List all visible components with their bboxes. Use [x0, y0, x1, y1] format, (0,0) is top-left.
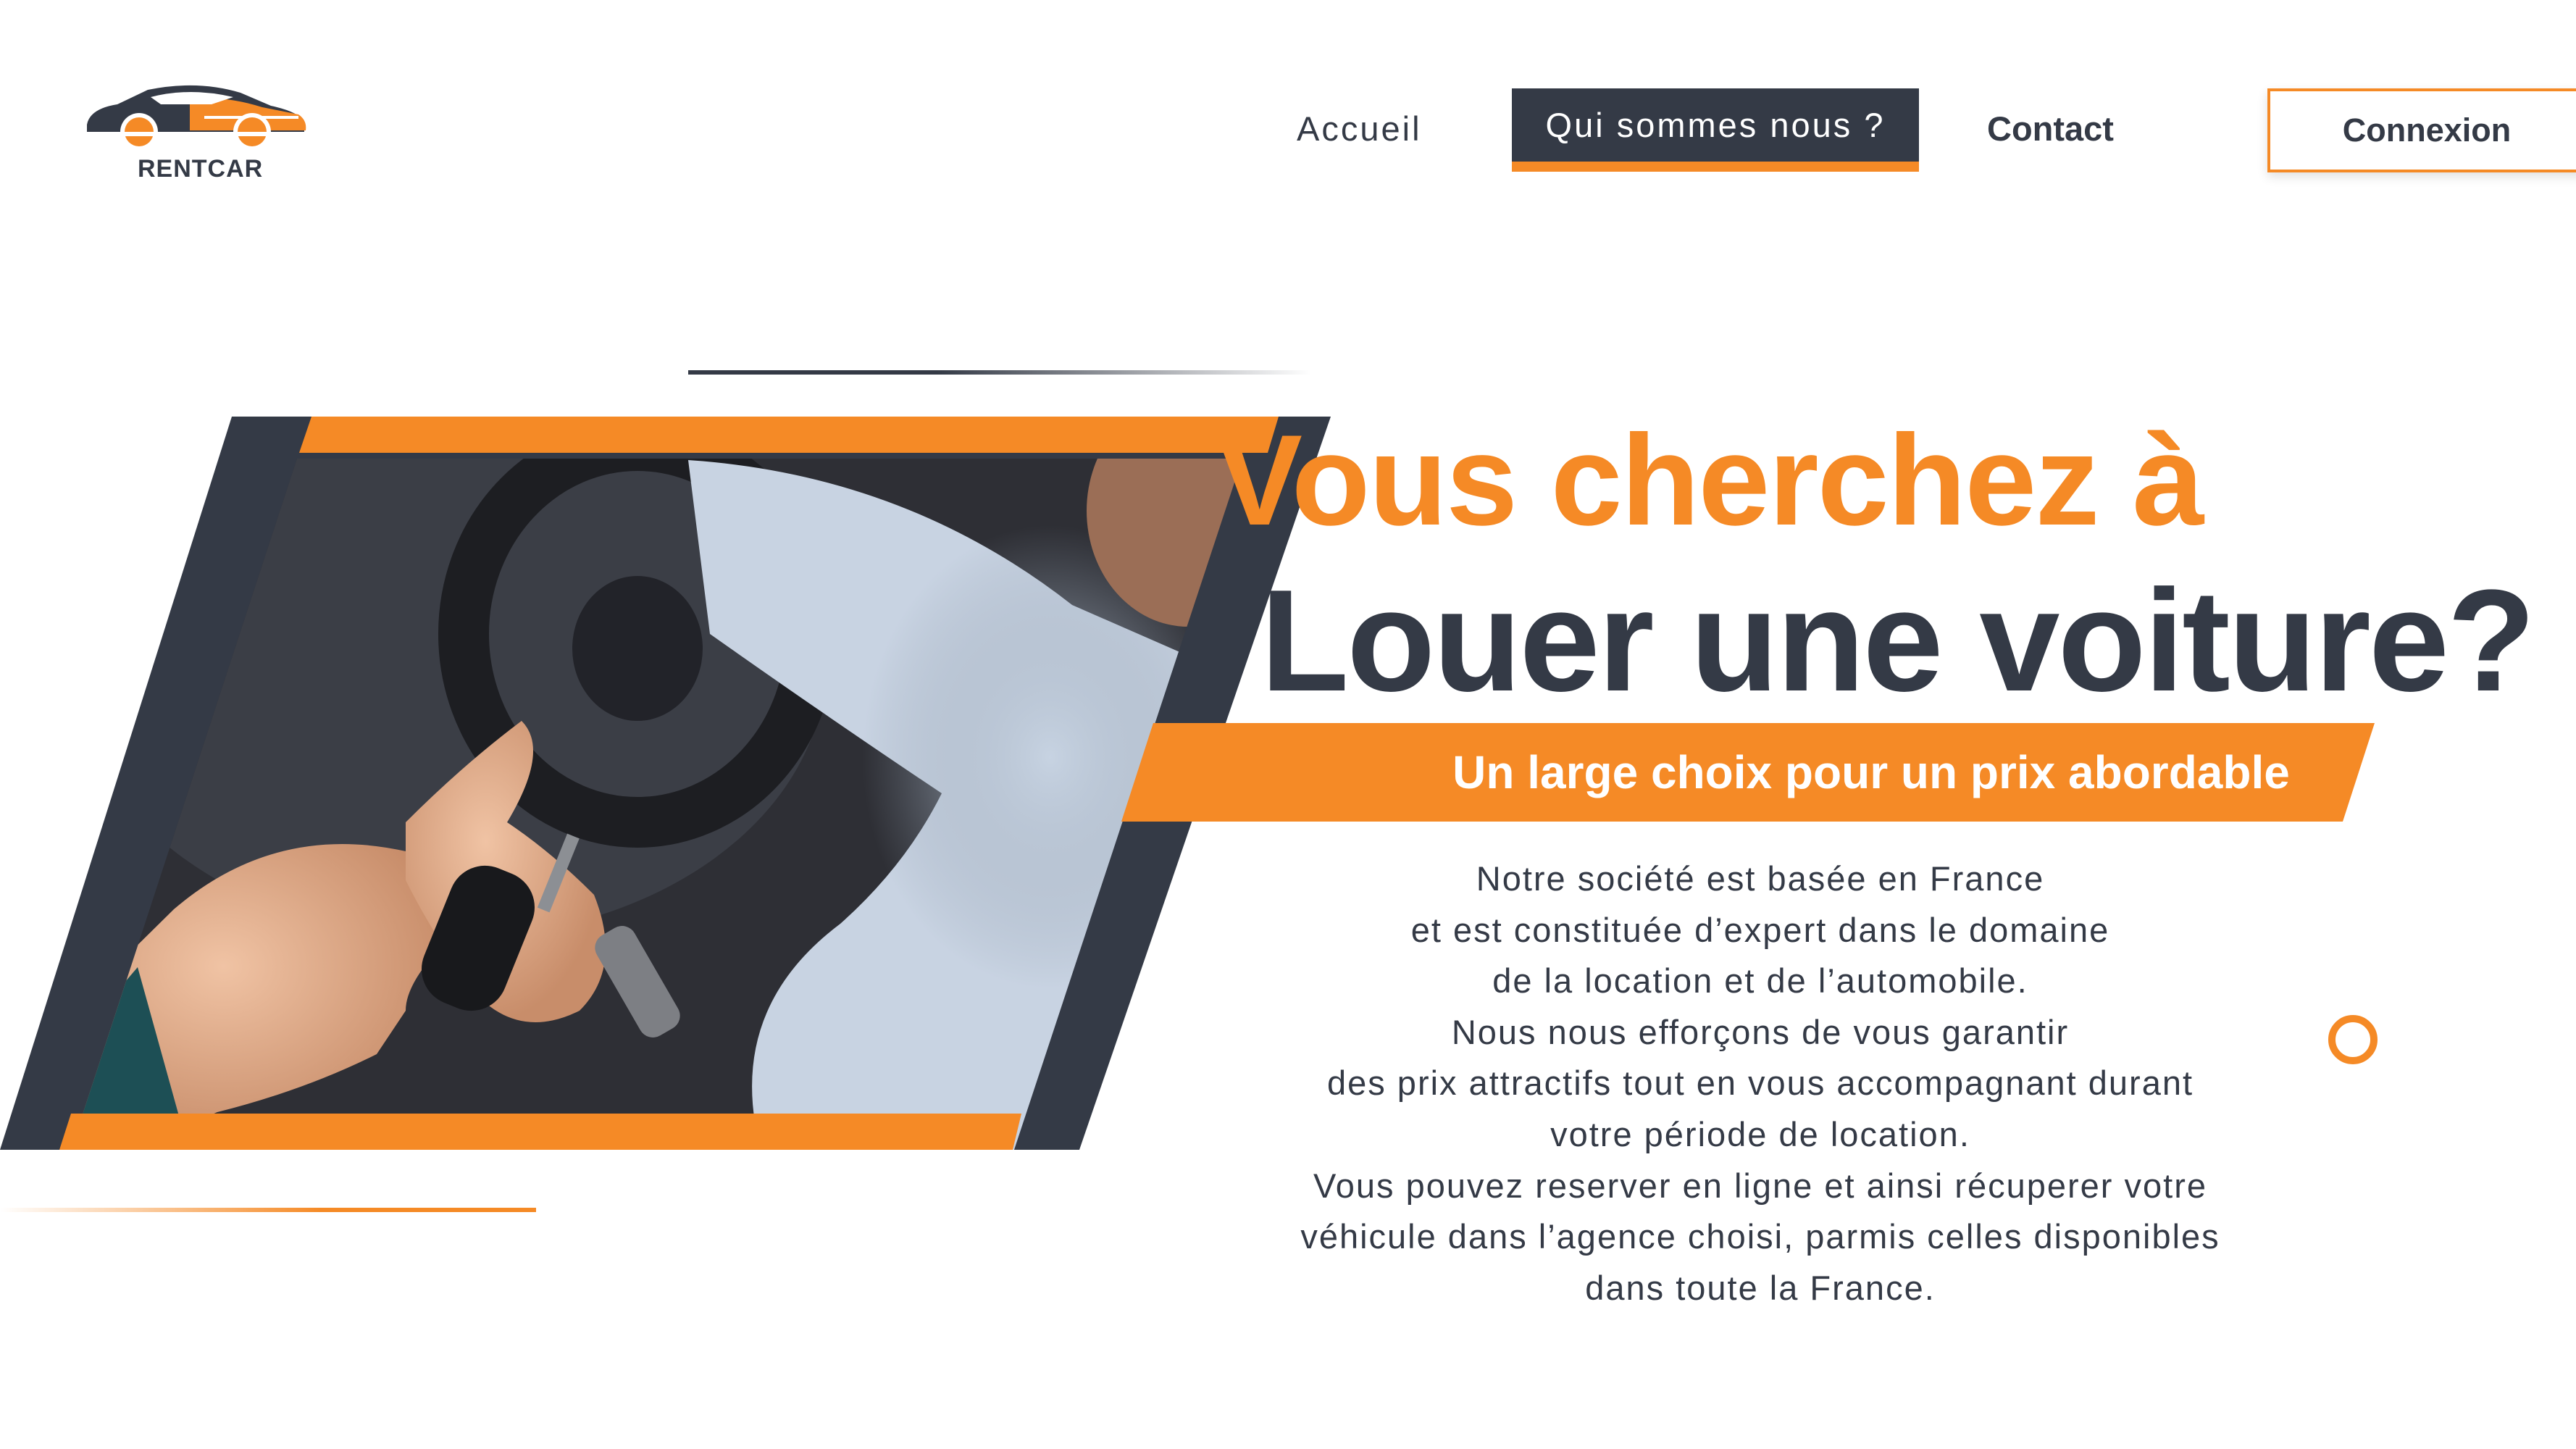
paragraph-line: et est constituée d’expert dans le domai…	[1410, 910, 2110, 949]
paragraph-line: dans toute la France.	[1585, 1268, 1936, 1307]
paragraph-line: Nous nous efforçons de vous garantir	[1451, 1012, 2070, 1051]
brand-name: RENTCAR	[138, 155, 264, 183]
hero-title-line2: Louer une voiture?	[1260, 560, 2535, 722]
paragraph-line: votre période de location.	[1550, 1114, 1970, 1153]
paragraph-line: véhicule dans l’agence choisi, parmis ce…	[1300, 1217, 2220, 1256]
decorative-line-top	[688, 370, 1311, 375]
paragraph-line: de la location et de l’automobile.	[1492, 961, 2028, 1001]
paragraph-line: Vous pouvez reserver en ligne et ainsi r…	[1313, 1166, 2207, 1205]
hero-title-line1: Vous cherchez à	[1216, 408, 2204, 552]
brand-logo[interactable]: RENTCAR	[81, 80, 313, 188]
intro-paragraph: Notre société est basée en France et est…	[1231, 853, 2289, 1314]
paragraph-line: des prix attractifs tout en vous accompa…	[1326, 1064, 2194, 1103]
circle-ring-icon	[2328, 1015, 2378, 1064]
login-button[interactable]: Connexion	[2267, 88, 2576, 172]
landing-page: RENTCAR Accueil Qui sommes nous ? Contac…	[0, 0, 2576, 1449]
paragraph-line: Notre société est basée en France	[1476, 859, 2045, 898]
tagline-text: Un large choix pour un prix abordable	[1452, 746, 2290, 798]
nav-accueil[interactable]: Accueil	[1297, 109, 1422, 149]
car-logo-icon	[81, 85, 313, 151]
decorative-line-bottom	[0, 1208, 536, 1212]
nav-contact[interactable]: Contact	[1987, 109, 2114, 149]
nav-qui-sommes-nous[interactable]: Qui sommes nous ?	[1512, 88, 1919, 172]
